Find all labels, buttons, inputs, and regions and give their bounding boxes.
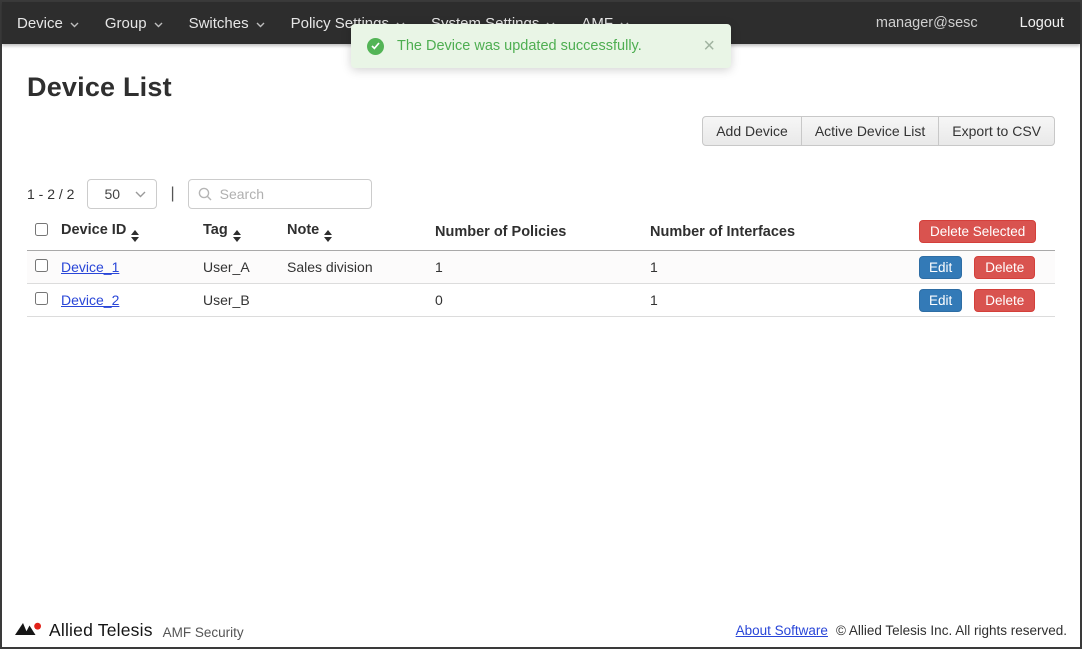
product-name: AMF Security bbox=[163, 625, 244, 640]
about-software-link[interactable]: About Software bbox=[736, 623, 828, 638]
delete-selected-button[interactable]: Delete Selected bbox=[919, 220, 1036, 243]
column-label: Note bbox=[287, 222, 319, 238]
table-row: Device_2 User_B 0 1 Edit Delete bbox=[27, 284, 1055, 317]
active-device-list-button[interactable]: Active Device List bbox=[801, 116, 939, 146]
page-title: Device List bbox=[27, 72, 1055, 103]
sort-icon bbox=[131, 230, 139, 242]
interfaces-cell: 1 bbox=[650, 251, 865, 284]
tag-cell: User_A bbox=[203, 251, 287, 284]
edit-button[interactable]: Edit bbox=[919, 289, 962, 312]
column-header-interfaces: Number of Interfaces bbox=[650, 216, 865, 251]
chevron-down-icon bbox=[256, 15, 265, 32]
delete-button[interactable]: Delete bbox=[974, 289, 1035, 312]
nav-item-label: Group bbox=[105, 15, 147, 32]
check-circle-icon bbox=[367, 38, 384, 55]
device-link[interactable]: Device_1 bbox=[61, 259, 119, 275]
policies-cell: 0 bbox=[435, 284, 650, 317]
tag-cell: User_B bbox=[203, 284, 287, 317]
logout-link[interactable]: Logout bbox=[1020, 15, 1064, 31]
table-row: Device_1 User_A Sales division 1 1 Edit D… bbox=[27, 251, 1055, 284]
add-device-button[interactable]: Add Device bbox=[702, 116, 802, 146]
nav-item-switches[interactable]: Switches bbox=[176, 2, 278, 44]
interfaces-cell: 1 bbox=[650, 284, 865, 317]
page-size-select[interactable]: 50 bbox=[87, 179, 157, 209]
logged-in-user: manager@sesc bbox=[876, 15, 978, 31]
list-controls: 1 - 2 / 2 50 | bbox=[27, 179, 1055, 209]
column-label: Tag bbox=[203, 222, 228, 238]
copyright-text: © Allied Telesis Inc. All rights reserve… bbox=[836, 623, 1067, 638]
device-link[interactable]: Device_2 bbox=[61, 292, 119, 308]
column-header-note[interactable]: Note bbox=[287, 216, 435, 251]
nav-item-label: Device bbox=[17, 15, 63, 32]
edit-button[interactable]: Edit bbox=[919, 256, 962, 279]
nav-item-group[interactable]: Group bbox=[92, 2, 176, 44]
column-header-device-id[interactable]: Device ID bbox=[61, 216, 203, 251]
success-toast: The Device was updated successfully. × bbox=[351, 24, 731, 68]
nav-item-device[interactable]: Device bbox=[4, 2, 92, 44]
policies-cell: 1 bbox=[435, 251, 650, 284]
select-all-checkbox[interactable] bbox=[35, 223, 48, 236]
toast-message: The Device was updated successfully. bbox=[397, 38, 642, 54]
row-checkbox[interactable] bbox=[35, 292, 48, 305]
chevron-down-icon bbox=[154, 15, 163, 32]
column-label: Number of Policies bbox=[435, 224, 566, 240]
toolbar: Add Device Active Device List Export to … bbox=[27, 116, 1055, 146]
page-size-value: 50 bbox=[104, 186, 120, 202]
note-cell bbox=[287, 284, 435, 317]
export-to-csv-button[interactable]: Export to CSV bbox=[938, 116, 1055, 146]
footer: Allied Telesis AMF Security About Softwa… bbox=[2, 614, 1080, 647]
table-header-row: Device ID Tag Note Number of Policies Nu… bbox=[27, 216, 1055, 251]
brand-name: Allied Telesis bbox=[49, 620, 153, 641]
column-label: Device ID bbox=[61, 222, 126, 238]
search-input[interactable] bbox=[188, 179, 372, 209]
controls-divider: | bbox=[168, 185, 176, 203]
column-label: Number of Interfaces bbox=[650, 224, 795, 240]
sort-icon bbox=[324, 230, 332, 242]
delete-button[interactable]: Delete bbox=[974, 256, 1035, 279]
column-header-policies: Number of Policies bbox=[435, 216, 650, 251]
note-cell: Sales division bbox=[287, 251, 435, 284]
close-icon[interactable]: × bbox=[703, 36, 715, 56]
sort-icon bbox=[233, 230, 241, 242]
result-range-label: 1 - 2 / 2 bbox=[27, 186, 74, 202]
row-checkbox[interactable] bbox=[35, 259, 48, 272]
nav-item-label: Switches bbox=[189, 15, 249, 32]
chevron-down-icon bbox=[70, 15, 79, 32]
column-header-tag[interactable]: Tag bbox=[203, 216, 287, 251]
chevron-down-icon bbox=[135, 185, 146, 203]
device-table: Device ID Tag Note Number of Policies Nu… bbox=[27, 216, 1055, 317]
allied-telesis-logo-icon bbox=[15, 620, 42, 642]
